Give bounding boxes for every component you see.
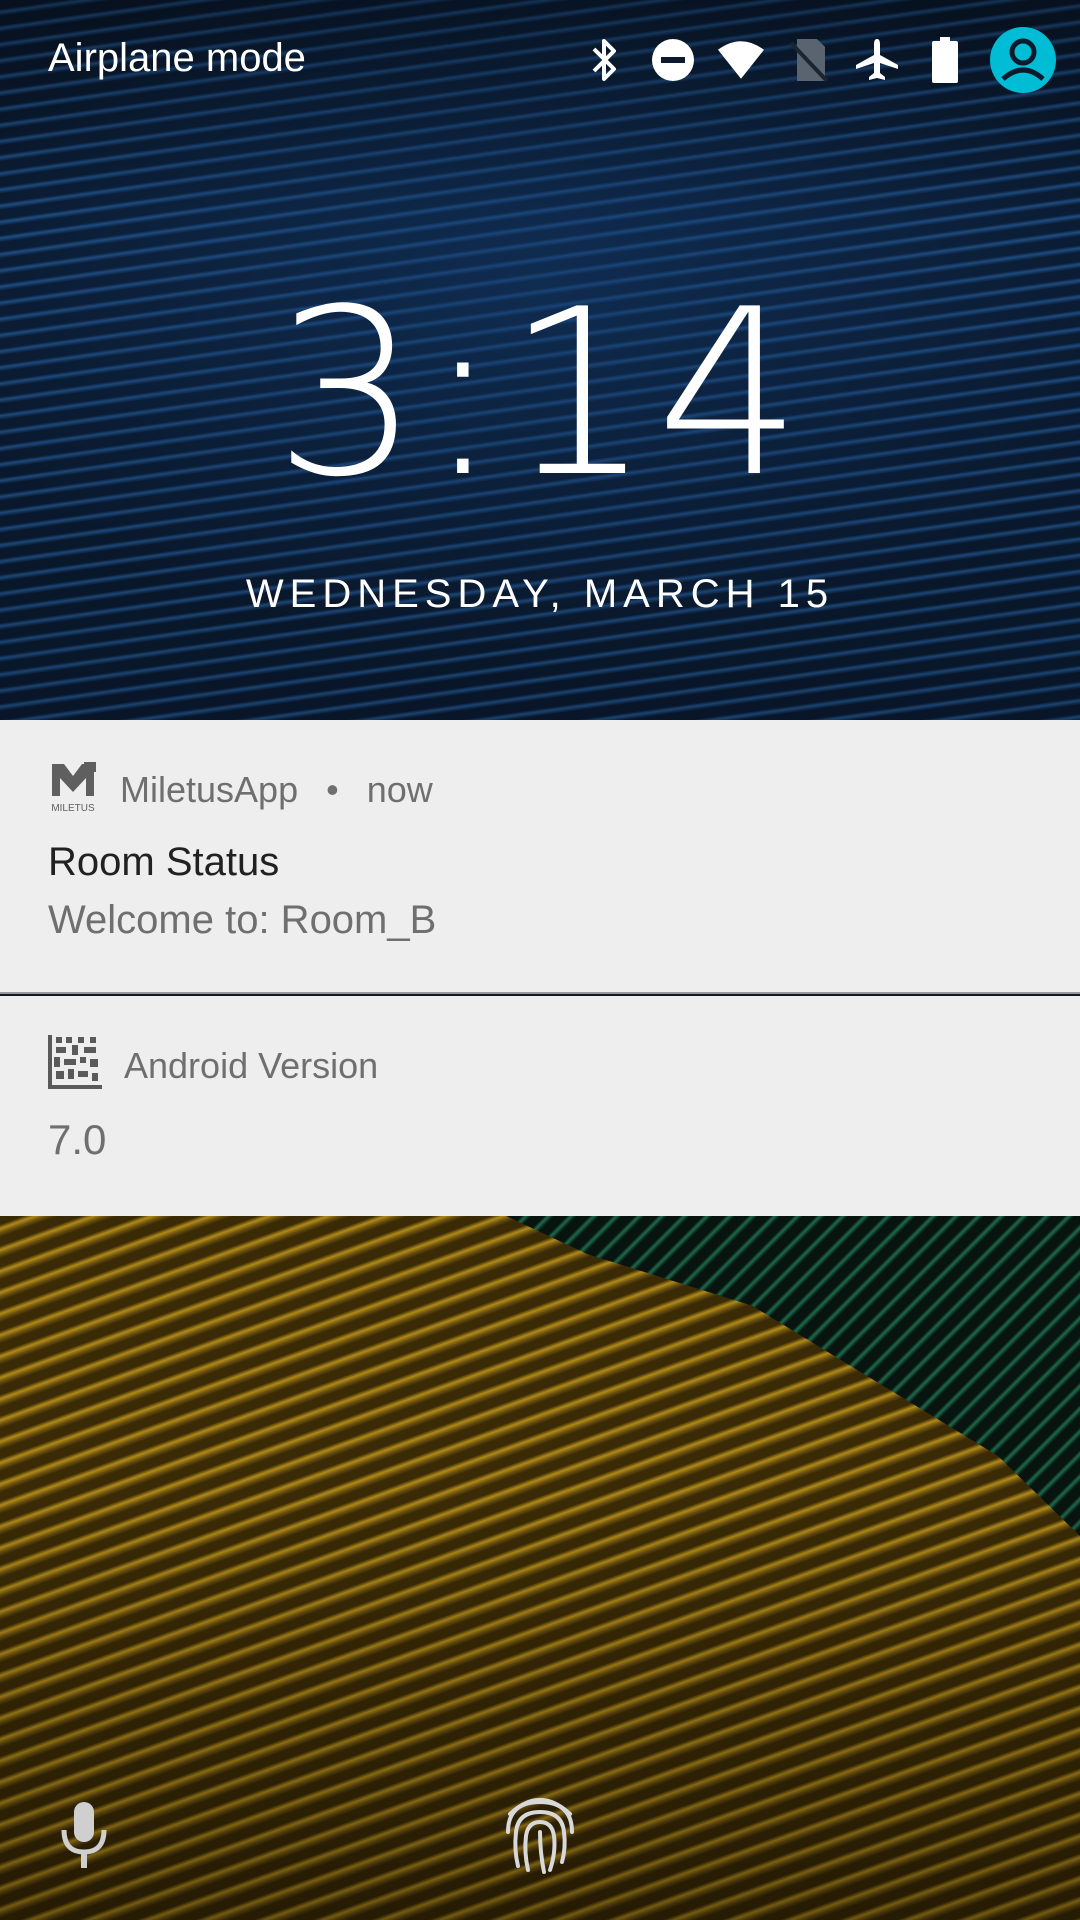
notification-header: MILETUS MiletusApp • now [48, 760, 433, 820]
bluetooth-icon [582, 37, 628, 83]
notification-time: now [366, 769, 433, 810]
notification-miletus[interactable]: MILETUS MiletusApp • now Room Status Wel… [0, 720, 1080, 994]
status-icons [582, 24, 1056, 96]
notification-separator: • [326, 769, 339, 810]
miletus-logo-icon: MILETUS [48, 758, 98, 823]
notification-header: Android Version [48, 1034, 379, 1098]
status-label: Airplane mode [48, 36, 306, 80]
airplane-icon [854, 37, 900, 83]
wallpaper-green-corner [506, 1216, 1080, 1536]
datamatrix-icon [48, 1034, 102, 1098]
lock-date: WEDNESDAY, MARCH 15 [245, 572, 835, 616]
notification-app-name: MiletusApp [120, 769, 299, 810]
avatar-icon[interactable] [990, 27, 1056, 93]
no-sim-icon [786, 37, 832, 83]
lock-screen: Airplane mode 3:14 WEDNESDAY, MARCH 15 M… [0, 0, 1080, 1920]
fingerprint-icon[interactable] [500, 1786, 580, 1876]
notification-android-version[interactable]: Android Version 7.0 [0, 996, 1080, 1216]
svg-text:MILETUS: MILETUS [51, 803, 95, 814]
wifi-icon [718, 37, 764, 83]
notification-text: Welcome to: Room_B [48, 898, 437, 942]
notification-app-name: Android Version [124, 1045, 379, 1086]
notification-title: Room Status [48, 840, 280, 884]
microphone-icon[interactable] [54, 1800, 114, 1872]
lock-clock: 3:14 [273, 261, 807, 528]
battery-icon [922, 37, 968, 83]
notification-text: 7.0 [48, 1116, 107, 1163]
do-not-disturb-icon [650, 37, 696, 83]
status-bar: Airplane mode [0, 0, 1080, 120]
